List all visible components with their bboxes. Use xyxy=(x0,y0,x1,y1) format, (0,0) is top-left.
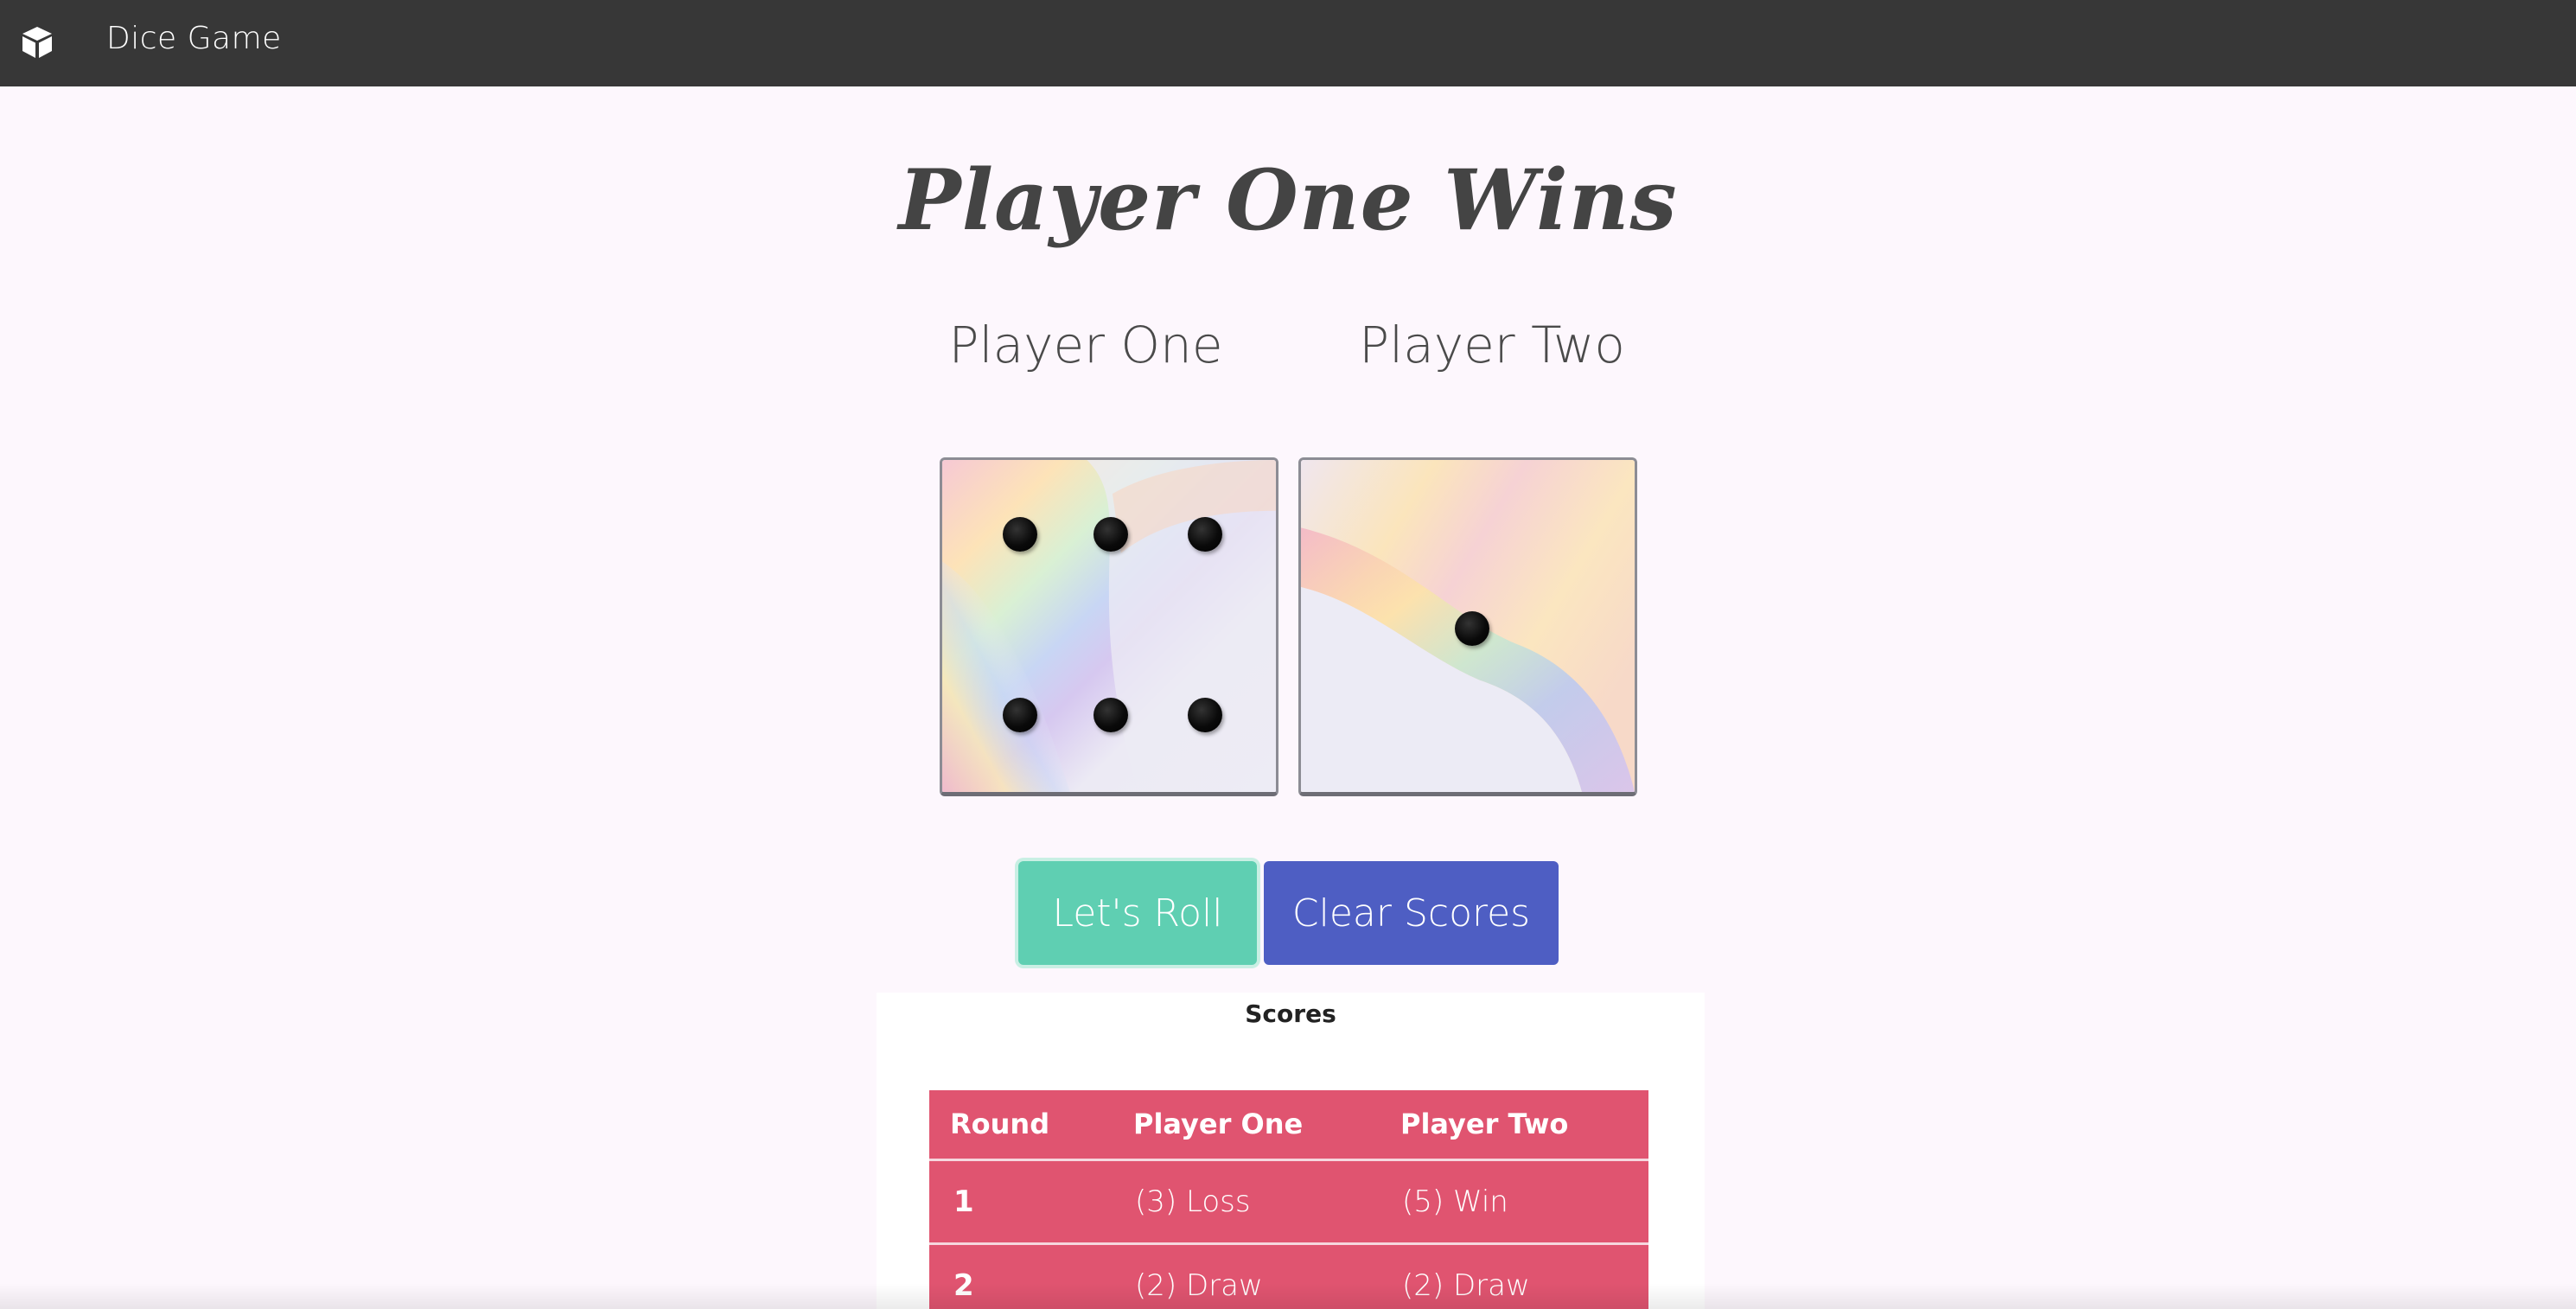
player-one-label: Player One xyxy=(948,316,1223,374)
die-pip xyxy=(1094,698,1128,732)
die-pip xyxy=(1003,517,1037,552)
result-heading: Player One Wins xyxy=(898,151,1678,249)
holographic-texture xyxy=(942,460,1276,792)
navbar: Dice Game xyxy=(0,0,2576,86)
table-header-row: Round Player One Player Two xyxy=(929,1090,1648,1161)
player-one-die xyxy=(940,457,1278,796)
player-two-result: (2) Draw xyxy=(1380,1243,1648,1309)
player-one-result: (3) Loss xyxy=(1113,1159,1380,1245)
clear-scores-button[interactable]: Clear Scores xyxy=(1264,861,1559,965)
player-two-label: Player Two xyxy=(1359,316,1625,374)
roll-button[interactable]: Let's Roll xyxy=(1018,861,1257,965)
player-two-die xyxy=(1298,457,1637,796)
header-player-two: Player Two xyxy=(1380,1090,1648,1161)
header-round: Round xyxy=(929,1090,1113,1161)
table-row: 2 (2) Draw (2) Draw xyxy=(929,1243,1648,1309)
table-row: 1 (3) Loss (5) Win xyxy=(929,1159,1648,1245)
app-title[interactable]: Dice Game xyxy=(106,21,282,56)
header-player-one: Player One xyxy=(1113,1090,1380,1161)
die-pip xyxy=(1455,611,1489,646)
player-one-result: (2) Draw xyxy=(1113,1243,1380,1309)
die-pip xyxy=(1003,698,1037,732)
die-pip xyxy=(1094,517,1128,552)
scores-table: Round Player One Player Two 1 (3) Loss (… xyxy=(929,1090,1648,1309)
round-cell: 2 xyxy=(929,1243,1113,1309)
die-pip xyxy=(1188,698,1222,732)
player-two-result: (5) Win xyxy=(1380,1159,1648,1245)
round-cell: 1 xyxy=(929,1159,1113,1245)
die-pip xyxy=(1188,517,1222,552)
cube-icon[interactable] xyxy=(19,24,55,61)
scores-title: Scores xyxy=(1245,999,1336,1028)
